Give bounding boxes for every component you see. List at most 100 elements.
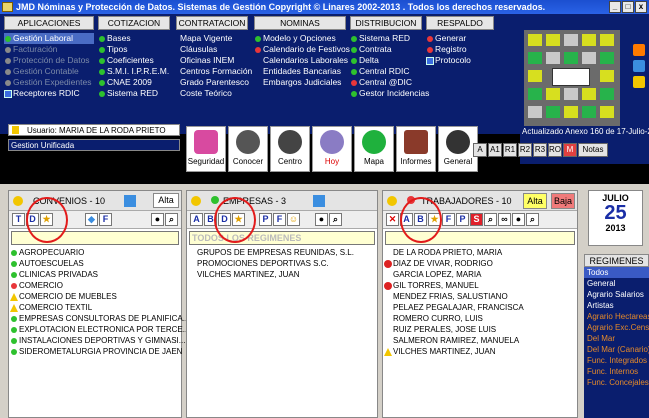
search2-icon-button[interactable]: ⌕ [526, 213, 539, 226]
menu-header-contratacion[interactable]: CONTRATACION [176, 16, 248, 30]
list-item[interactable]: RUIZ PERALES, JOSE LUIS [383, 324, 577, 335]
alta-button[interactable]: Alta [523, 193, 547, 209]
menu-item-gestion-expedientes[interactable]: Gestión Expedientes [4, 77, 94, 88]
list-item[interactable]: EXPLOTACION ELECTRONICA POR TERCE... [9, 324, 189, 335]
filter-p-button[interactable]: P [259, 213, 272, 226]
informes-button[interactable]: Informes [396, 126, 436, 172]
conocer-button[interactable]: Conocer [228, 126, 268, 172]
list-item[interactable]: INSTALACIONES DEPORTIVAS Y GIMNASI... [9, 335, 185, 346]
list-item[interactable]: COMERCIO DE MUEBLES [9, 291, 181, 302]
filter-f-button[interactable]: F [99, 213, 112, 226]
module-grid[interactable] [524, 30, 620, 126]
star-icon[interactable] [633, 76, 645, 88]
list-item[interactable]: SALMERON RAMIREZ, MANUELA [383, 335, 577, 346]
menu-item-registro[interactable]: Registro [426, 44, 494, 55]
menu-item-gestion-contable[interactable]: Gestión Contable [4, 66, 94, 77]
menu-header-distribucion[interactable]: DISTRIBUCION [350, 16, 422, 30]
menu-item-delta[interactable]: Delta [350, 55, 422, 66]
seguridad-button[interactable]: Seguridad [186, 126, 226, 172]
menu-item-sistema-red[interactable]: Sistema RED [98, 88, 170, 99]
menu-item-protocolo[interactable]: Protocolo [426, 55, 494, 66]
menu-item-receptores-rdic[interactable]: Receptores RDIC [4, 88, 94, 99]
alta-button[interactable]: Alta [153, 193, 179, 208]
menu-item-entidades-bancarias[interactable]: Entidades Bancarias [254, 66, 346, 77]
list-item[interactable]: VILCHES MARTINEZ, JUAN [187, 269, 377, 280]
menu-header-respaldo[interactable]: RESPALDO [426, 16, 494, 30]
list-item[interactable]: DE LA RODA PRIETO, MARIA [383, 247, 577, 258]
menu-item-sistema-red-dist[interactable]: Sistema RED [350, 33, 422, 44]
filter-a-button[interactable]: A [190, 213, 203, 226]
rss-icon[interactable] [633, 44, 645, 56]
baja-button[interactable]: Baja [551, 193, 575, 209]
regimen-item[interactable]: Func. Integrados [584, 355, 649, 366]
menu-item-embargos[interactable]: Embargos Judiciales [254, 77, 346, 88]
menu-item-contrata[interactable]: Contrata [350, 44, 422, 55]
menu-item-cnae[interactable]: CNAE 2009 [98, 77, 170, 88]
link-icon-button[interactable]: ∞ [498, 213, 511, 226]
settings-icon-button[interactable]: ● [512, 213, 525, 226]
list-item[interactable]: GRUPOS DE EMPRESAS REUNIDAS, S.L. [187, 247, 377, 258]
close-button[interactable]: x [635, 1, 647, 13]
filter-f-button[interactable]: F [273, 213, 286, 226]
refresh-icon[interactable] [124, 195, 136, 207]
regimen-item[interactable]: Artistas [584, 300, 649, 311]
list-item[interactable]: SIDEROMETALURGIA PROVINCIA DE JAEN [9, 346, 182, 357]
list-item[interactable]: EMPRESAS CONSULTORAS DE PLANIFICA... [9, 313, 189, 324]
globe-icon[interactable] [633, 60, 645, 72]
menu-header-aplicaciones[interactable]: APLICACIONES [4, 16, 94, 30]
close-icon-button[interactable]: ✕ [386, 213, 399, 226]
minimize-button[interactable]: _ [609, 1, 621, 13]
refresh-icon[interactable] [313, 195, 325, 207]
filter-s-button[interactable]: S [470, 213, 483, 226]
search-icon-button[interactable]: ⌕ [484, 213, 497, 226]
list-item[interactable]: CLINICAS PRIVADAS [9, 269, 181, 280]
list-item[interactable]: VILCHES MARTINEZ, JUAN [383, 346, 577, 357]
menu-item-oficinas-inem[interactable]: Oficinas INEM [176, 55, 248, 66]
calendar-widget[interactable]: JULIO 25 2013 [588, 190, 643, 246]
list-item[interactable]: AGROPECUARIO [9, 247, 181, 258]
list-item[interactable]: GIL TORRES, MANUEL [383, 280, 577, 291]
menu-item-coeficientes[interactable]: Coeficientes [98, 55, 170, 66]
list-item[interactable]: MENDEZ FRIAS, SALUSTIANO [383, 291, 577, 302]
btn-notas[interactable]: Notas [578, 143, 608, 157]
menu-item-central-rdic[interactable]: Central RDIC [350, 66, 422, 77]
menu-item-mapa-vigente[interactable]: Mapa Vigente [176, 33, 248, 44]
menu-item-generar[interactable]: Generar [426, 33, 494, 44]
list-item[interactable]: COMERCIO TEXTIL [9, 302, 181, 313]
menu-item-central-dic[interactable]: Central @DIC [350, 77, 422, 88]
list-item[interactable]: PROMOCIONES DEPORTIVAS S.C. [187, 258, 377, 269]
maximize-button[interactable]: □ [622, 1, 634, 13]
filter-p-button[interactable]: P [456, 213, 469, 226]
menu-item-coste-teorico[interactable]: Coste Teórico [176, 88, 248, 99]
btn-r1[interactable]: R1 [503, 143, 517, 157]
menu-item-grado-parentesco[interactable]: Grado Parentesco [176, 77, 249, 88]
regimen-item[interactable]: Func. Internos [584, 366, 649, 377]
smile-icon-button[interactable]: ☺ [287, 213, 300, 226]
company-field[interactable]: Gestion Unificada [8, 139, 180, 151]
list-item[interactable]: GARCIA LOPEZ, MARIA [383, 269, 577, 280]
filter-t-button[interactable]: T [12, 213, 25, 226]
menu-item-bases[interactable]: Bases [98, 33, 170, 44]
menu-item-smi[interactable]: S.M.I. I.P.R.E.M. [98, 66, 170, 77]
btn-m[interactable]: M [563, 143, 577, 157]
regimen-item[interactable]: Todos [584, 267, 649, 278]
search-icon-button[interactable]: ⌕ [329, 213, 342, 226]
btn-r3[interactable]: R3 [533, 143, 547, 157]
btn-a[interactable]: A [473, 143, 487, 157]
regimen-item[interactable]: Func. Concejales [584, 377, 649, 388]
list-item[interactable]: PELAEZ PEGALAJAR, FRANCISCA [383, 302, 577, 313]
filter-f-button[interactable]: F [442, 213, 455, 226]
menu-item-gestion-laboral[interactable]: Gestión Laboral [4, 33, 94, 44]
regimen-item[interactable]: Del Mar [584, 333, 649, 344]
regimen-item[interactable]: Agrario Salarios [584, 289, 649, 300]
settings-icon-button[interactable]: ● [315, 213, 328, 226]
list-item[interactable]: COMERCIO [9, 280, 181, 291]
menu-header-nominas[interactable]: NOMINAS [254, 16, 346, 30]
regimen-item[interactable]: Agrario Exc.Censo [584, 322, 649, 333]
regimen-item[interactable]: Del Mar (Canario) [584, 344, 649, 355]
menu-item-clausulas[interactable]: Cláusulas [176, 44, 248, 55]
general-button[interactable]: General [438, 126, 478, 172]
menu-item-centros-formacion[interactable]: Centros Formación [176, 66, 252, 77]
mapa-button[interactable]: Mapa [354, 126, 394, 172]
btn-r2[interactable]: R2 [518, 143, 532, 157]
